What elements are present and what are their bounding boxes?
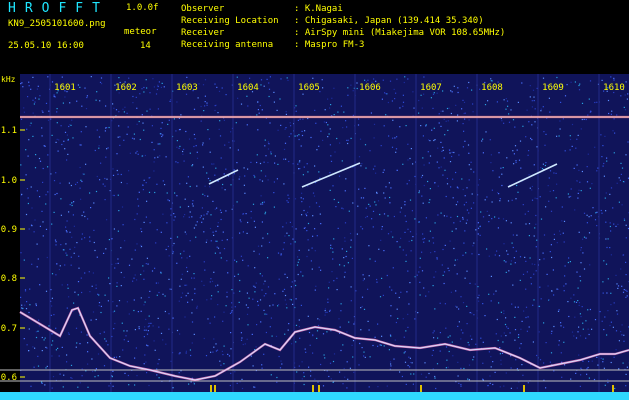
time-label: 1603 — [176, 83, 198, 93]
time-label: 1605 — [298, 83, 320, 93]
info-key-location: Receiving Location — [181, 16, 279, 26]
datetime-label: 25.05.10 16:00 — [8, 41, 84, 51]
info-key-observer: Observer — [181, 4, 225, 14]
time-label: 1602 — [115, 83, 137, 93]
freq-label: 0.7 — [1, 324, 17, 334]
event-marker — [420, 385, 422, 392]
spectrogram-plot: 1601 1602 1603 1604 1605 1606 1607 1608 1609 1610… — [0, 74, 629, 400]
baseline-band — [0, 392, 629, 400]
meteor-label: meteor — [124, 27, 157, 37]
version-label: 1.0.0f — [126, 3, 159, 13]
info-value-observer: : K.Nagai — [294, 4, 343, 14]
time-label: 1604 — [237, 83, 259, 93]
info-key-receiver: Receiver — [181, 28, 225, 38]
info-key-antenna: Receiving antenna — [181, 40, 274, 50]
time-label: 1609 — [542, 83, 564, 93]
time-label: 1601 — [54, 83, 76, 93]
time-label: 1610 — [603, 83, 625, 93]
app-logo: HROFFT — [8, 1, 109, 16]
meteor-count: 14 — [140, 41, 151, 51]
header-panel: HROFFT 1.0.0f KN9_2505101600.png meteor … — [0, 0, 629, 74]
info-value-antenna: : Maspro FM-3 — [294, 40, 365, 50]
event-marker — [312, 385, 314, 392]
event-marker — [214, 385, 216, 392]
freq-label: 0.8 — [1, 274, 17, 284]
time-label: 1606 — [359, 83, 381, 93]
info-value-receiver: : AirSpy mini (Miakejima VOR 108.65MHz) — [294, 28, 506, 38]
time-label: 1608 — [481, 83, 503, 93]
freq-label: 1.1 — [1, 126, 17, 136]
event-marker — [318, 385, 320, 392]
info-value-location: : Chigasaki, Japan (139.414 35.340) — [294, 16, 484, 26]
event-marker — [612, 385, 614, 392]
freq-label: 0.9 — [1, 225, 17, 235]
filename-label: KN9_2505101600.png — [8, 19, 106, 29]
freq-label: 1.0 — [1, 176, 17, 186]
event-marker — [523, 385, 525, 392]
event-marker — [210, 385, 212, 392]
time-label: 1607 — [420, 83, 442, 93]
